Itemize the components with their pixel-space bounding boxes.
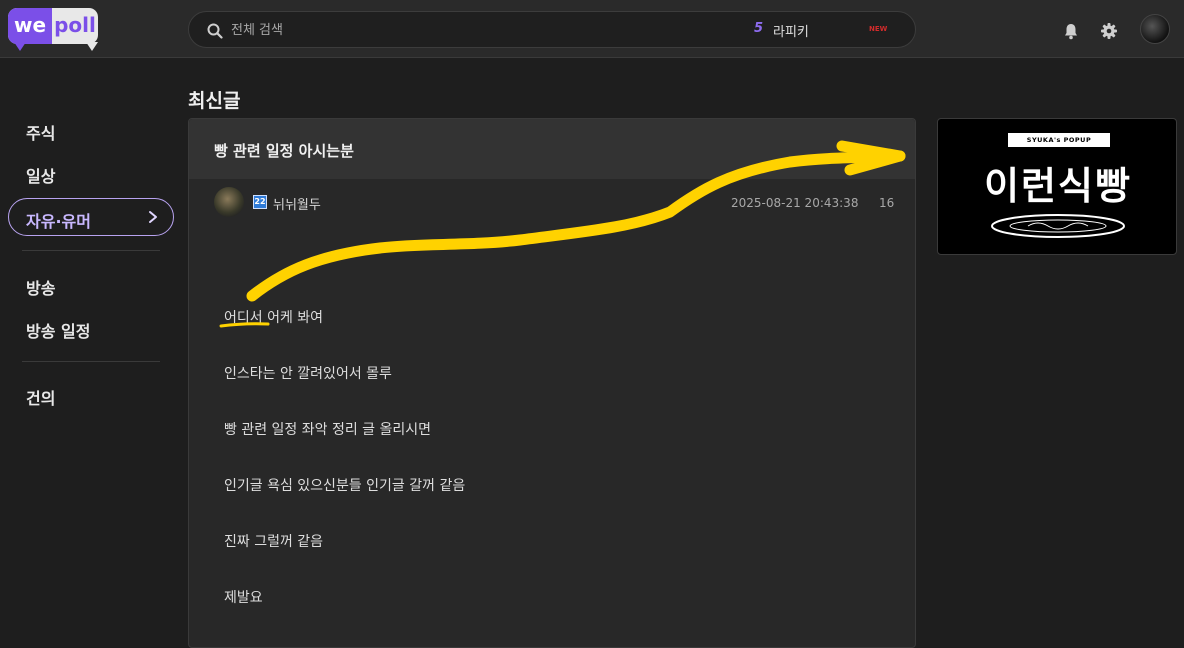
trending-term[interactable]: 라피키 [773,21,809,40]
logo-tail-left [14,42,26,51]
sidebar-item-label: 자유·유머 [26,212,91,231]
bell-icon[interactable] [1062,22,1080,40]
page-title: 최신글 [188,90,241,112]
promo-title: 이런식빵 [984,164,1132,208]
top-bar: we poll 5 라피키 NEW [0,0,1184,58]
post-title: 빵 관련 일정 아시는분 [214,142,354,160]
sidebar-divider [22,250,160,251]
gear-icon[interactable] [1100,22,1118,40]
sidebar-item-broadcast-schedule[interactable]: 방송 일정 [26,318,90,342]
wepoll-logo[interactable]: we poll [8,8,100,52]
logo-we-text: we [8,8,52,44]
post-date: 2025-08-21 20:43:38 [731,196,859,210]
sidebar-item-free-humor[interactable]: 자유·유머 [8,198,174,236]
post-views: 16 [879,196,895,210]
sidebar-item-broadcast[interactable]: 방송 [26,275,55,299]
sidebar-item-stocks[interactable]: 주식 [26,120,55,144]
post-header: 빵 관련 일정 아시는분 [189,119,915,179]
author-avatar[interactable] [214,187,244,217]
post-body-line: 제발요 [224,590,263,606]
post-body-line: 빵 관련 일정 좌악 정리 글 올리시면 [224,422,432,438]
sidebar-item-suggestions[interactable]: 건의 [26,385,55,409]
logo-tail-right [86,42,98,51]
post-body-line: 진짜 그럴꺼 같음 [224,534,324,550]
search-icon [207,23,223,39]
post-body-line: 인기글 욕심 있으신분들 인기글 갈꺼 같음 [224,478,466,494]
search-bar[interactable]: 5 라피키 NEW [188,11,916,48]
post-body-line: 어디서 어케 봐여 [224,310,324,326]
plate-icon [991,214,1125,238]
sidebar: 주식 일상 자유·유머 방송 방송 일정 건의 [0,58,180,635]
post-body-line: 인스타는 안 깔려있어서 몰루 [224,366,392,382]
promo-ribbon: SYUKA's POPUP PROJECT [1008,133,1110,158]
level-badge: 22 [253,195,267,209]
logo-poll-text: poll [54,13,96,37]
chevron-right-icon [149,211,157,223]
trending-new-badge: NEW [869,25,888,33]
promo-banner[interactable]: SYUKA's POPUP PROJECT 이런식빵 [937,118,1177,255]
user-avatar[interactable] [1140,14,1170,44]
sidebar-item-daily[interactable]: 일상 [26,163,55,187]
search-input[interactable] [231,18,631,42]
sidebar-divider [22,361,160,362]
trending-rank: 5 [754,21,764,36]
post-card: 빵 관련 일정 아시는분 22 뉘뉘월두 2025-08-21 20:43:38… [188,118,916,648]
author-name[interactable]: 뉘뉘월두 [273,194,321,213]
